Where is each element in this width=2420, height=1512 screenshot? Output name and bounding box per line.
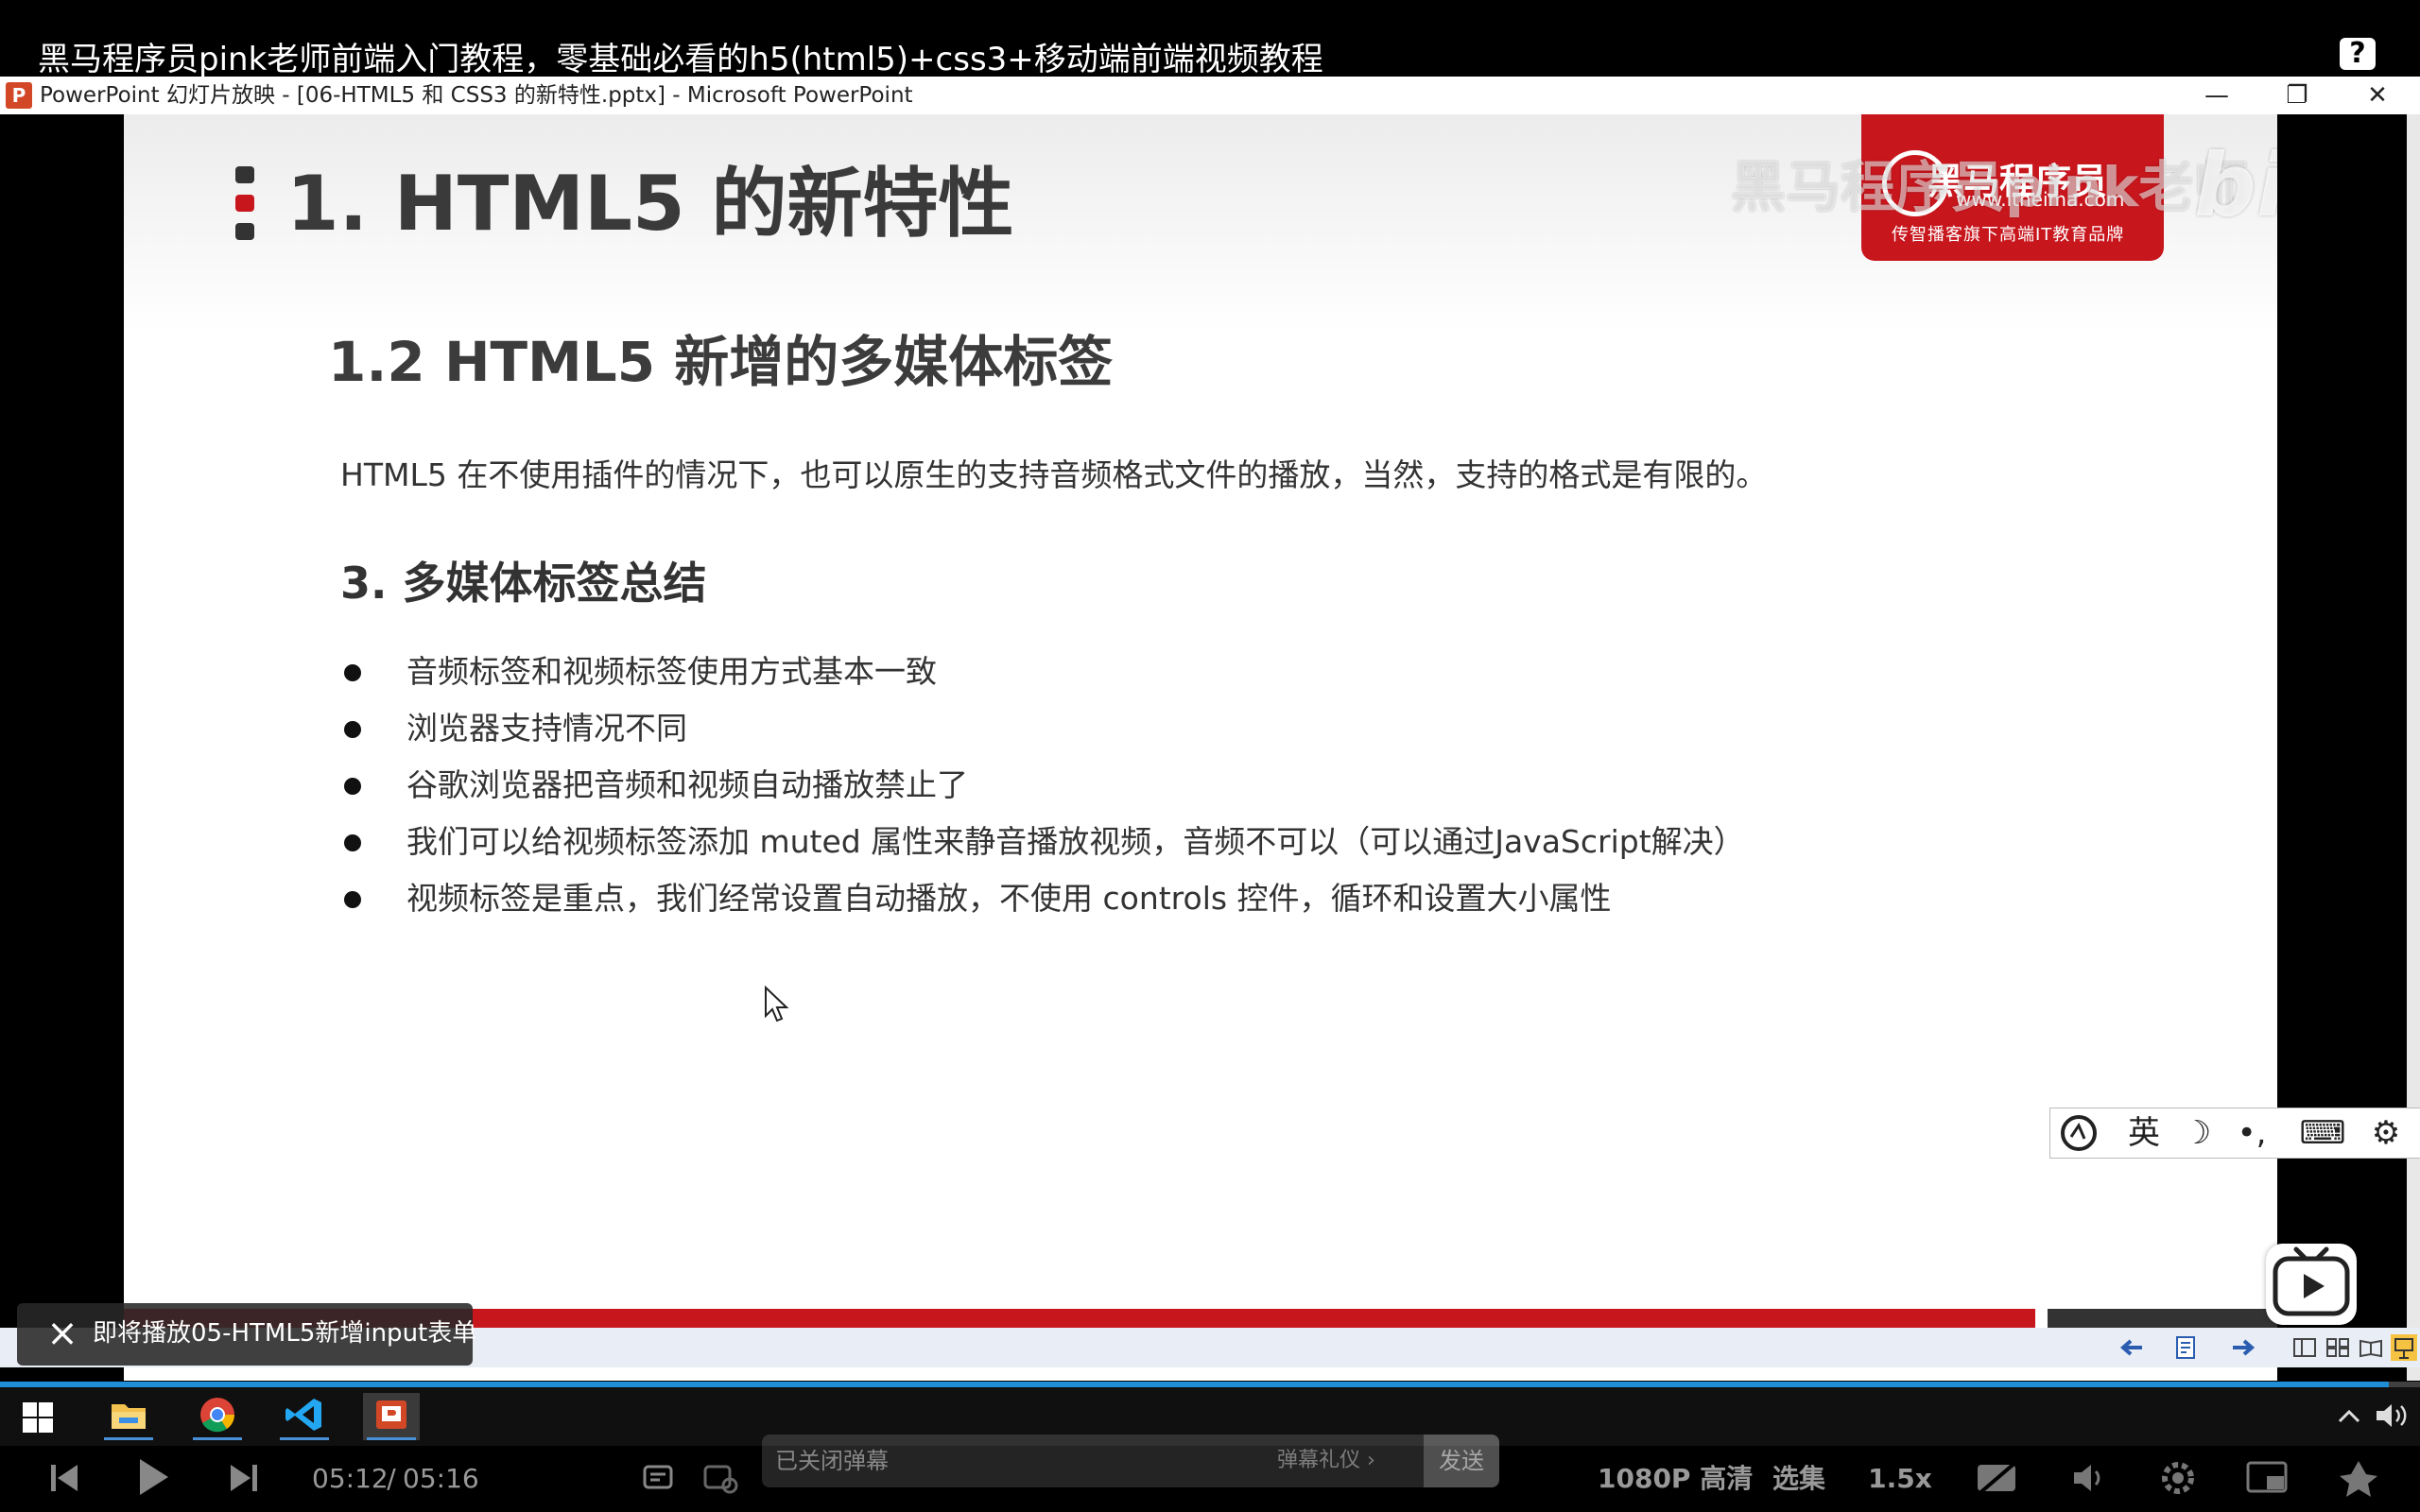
bullet-dot-icon (344, 664, 361, 681)
speaker-icon[interactable] (2373, 1400, 2411, 1431)
danmaku-toggle-icon[interactable] (641, 1459, 679, 1497)
slide-marker-icon (235, 166, 256, 242)
previous-slide-icon[interactable] (2118, 1335, 2146, 1360)
mouse-cursor-icon (765, 986, 789, 1022)
bilibili-float-button[interactable] (2266, 1244, 2357, 1325)
powerpoint-icon: P (6, 82, 32, 109)
duration: 05:16 (403, 1463, 479, 1494)
chrome-taskbar-button[interactable] (189, 1393, 246, 1440)
speed-button[interactable]: 1.5x (1867, 1453, 1933, 1504)
powerpoint-app-icon (376, 1400, 406, 1429)
picture-in-picture-icon[interactable] (2244, 1457, 2291, 1499)
uploader-watermark: 黑马程序员pink老师 (1731, 155, 2249, 219)
bilibili-watermark: bilibili (2194, 135, 2277, 236)
section-title: 3. 多媒体标签总结 (340, 558, 707, 609)
bullet-item: 音频标签和视频标签使用方式基本一致 (340, 644, 1745, 700)
slide-menu-icon[interactable] (2172, 1333, 2201, 1362)
file-explorer-taskbar-button[interactable] (100, 1393, 157, 1440)
bilibili-tv-icon (2273, 1246, 2350, 1316)
upnext-text: 即将播放05-HTML5新增input表单 (93, 1319, 477, 1348)
close-button[interactable]: ✕ (2349, 77, 2406, 114)
chrome-icon (200, 1398, 235, 1433)
play-icon[interactable] (134, 1455, 172, 1499)
slide: 1. HTML5 的新特性 黑马程序员 www.itheima.com 传智播客… (124, 114, 2277, 1381)
window-edge (2407, 114, 2420, 1381)
bullet-dot-icon (344, 891, 361, 908)
settings-gear-icon[interactable] (2157, 1457, 2199, 1499)
current-time: 05:12 (312, 1463, 389, 1494)
ppt-window-title: PowerPoint 幻灯片放映 - [06-HTML5 和 CSS3 的新特性… (40, 83, 913, 108)
bullet-item: 谷歌浏览器把音频和视频自动播放禁止了 (340, 757, 1745, 814)
powerpoint-taskbar-button[interactable] (363, 1393, 420, 1440)
next-episode-icon[interactable] (227, 1459, 261, 1497)
bullet-dot-icon (344, 834, 361, 851)
previous-episode-icon[interactable] (47, 1459, 81, 1497)
bullet-text: 视频标签是重点，我们经常设置自动播放，不使用 controls 控件，循环和设置… (406, 880, 1612, 917)
bullet-text: 我们可以给视频标签添加 muted 属性来静音播放视频，音频不可以（可以通过Ja… (406, 823, 1745, 860)
ppt-titlebar: P PowerPoint 幻灯片放映 - [06-HTML5 和 CSS3 的新… (0, 77, 2420, 114)
logo-tagline: 传智播客旗下高端IT教育品牌 (1892, 225, 2125, 245)
slide-sorter-view-icon[interactable] (2325, 1337, 2350, 1358)
danmaku-placeholder: 已关闭弹幕 (775, 1448, 889, 1474)
bullet-list: 音频标签和视频标签使用方式基本一致 浏览器支持情况不同 谷歌浏览器把音频和视频自… (340, 644, 1745, 927)
slideshow-view-icon[interactable] (2390, 1333, 2418, 1362)
bullet-text: 音频标签和视频标签使用方式基本一致 (406, 653, 937, 690)
windows-start-icon[interactable] (21, 1400, 55, 1435)
subtitle-off-icon[interactable] (1974, 1457, 2021, 1499)
slide-footer-dark-bar (2048, 1309, 2277, 1328)
time-separator: / (387, 1463, 396, 1494)
slide-subheading: 1.2 HTML5 新增的多媒体标签 (328, 330, 1114, 394)
folder-icon (112, 1404, 146, 1429)
bullet-item: 视频标签是重点，我们经常设置自动播放，不使用 controls 控件，循环和设置… (340, 870, 1745, 927)
episodes-button[interactable]: 选集 (1766, 1453, 1832, 1504)
tray-chevron-up-icon[interactable] (2335, 1404, 2363, 1427)
volume-icon[interactable] (2068, 1457, 2110, 1499)
danmaku-input[interactable]: 已关闭弹幕 弹幕礼仪 › 发送 (762, 1435, 1499, 1487)
danmaku-settings-icon[interactable] (701, 1459, 739, 1497)
keyboard-icon[interactable]: ⌨ (2296, 1114, 2349, 1152)
normal-view-icon[interactable] (2292, 1337, 2317, 1358)
vscode-icon (285, 1399, 321, 1431)
bullet-dot-icon (344, 778, 361, 795)
send-danmaku-button[interactable]: 发送 (1424, 1435, 1499, 1487)
upnext-toast: × 即将播放05-HTML5新增input表单 (17, 1303, 477, 1366)
ime-logo-icon[interactable] (2058, 1114, 2100, 1152)
restore-button[interactable]: ❐ (2269, 77, 2325, 114)
close-toast-icon[interactable]: × (43, 1314, 81, 1352)
bullet-dot-icon (344, 721, 361, 738)
slide-intro: HTML5 在不使用插件的情况下，也可以原生的支持音频格式文件的播放，当然，支持… (340, 456, 1768, 493)
minimize-button[interactable]: — (2188, 77, 2245, 114)
ime-settings-gear-icon[interactable]: ⚙ (2362, 1114, 2410, 1152)
next-slide-icon[interactable] (2229, 1335, 2257, 1360)
punctuation-icon[interactable]: •, (2228, 1114, 2275, 1152)
fullscreen-icon[interactable] (2335, 1455, 2382, 1501)
vscode-taskbar-button[interactable] (276, 1393, 333, 1440)
help-button[interactable]: ? (2340, 38, 2376, 70)
moon-icon[interactable]: ☽ (2175, 1114, 2219, 1152)
ime-mode-toggle[interactable]: 英 (2122, 1114, 2166, 1152)
bullet-item: 浏览器支持情况不同 (340, 700, 1745, 757)
reading-view-icon[interactable] (2359, 1337, 2383, 1358)
bullet-item: 我们可以给视频标签添加 muted 属性来静音播放视频，音频不可以（可以通过Ja… (340, 814, 1745, 870)
slide-heading: 1. HTML5 的新特性 (286, 160, 1014, 248)
bullet-text: 浏览器支持情况不同 (406, 710, 687, 747)
bullet-text: 谷歌浏览器把音频和视频自动播放禁止了 (406, 766, 968, 803)
ime-toolbar: 英 ☽ •, ⌨ ⚙ (2049, 1108, 2420, 1159)
danmaku-etiquette-link[interactable]: 弹幕礼仪 › (1277, 1435, 1375, 1487)
quality-button[interactable]: 1080P 高清 (1598, 1453, 1753, 1504)
